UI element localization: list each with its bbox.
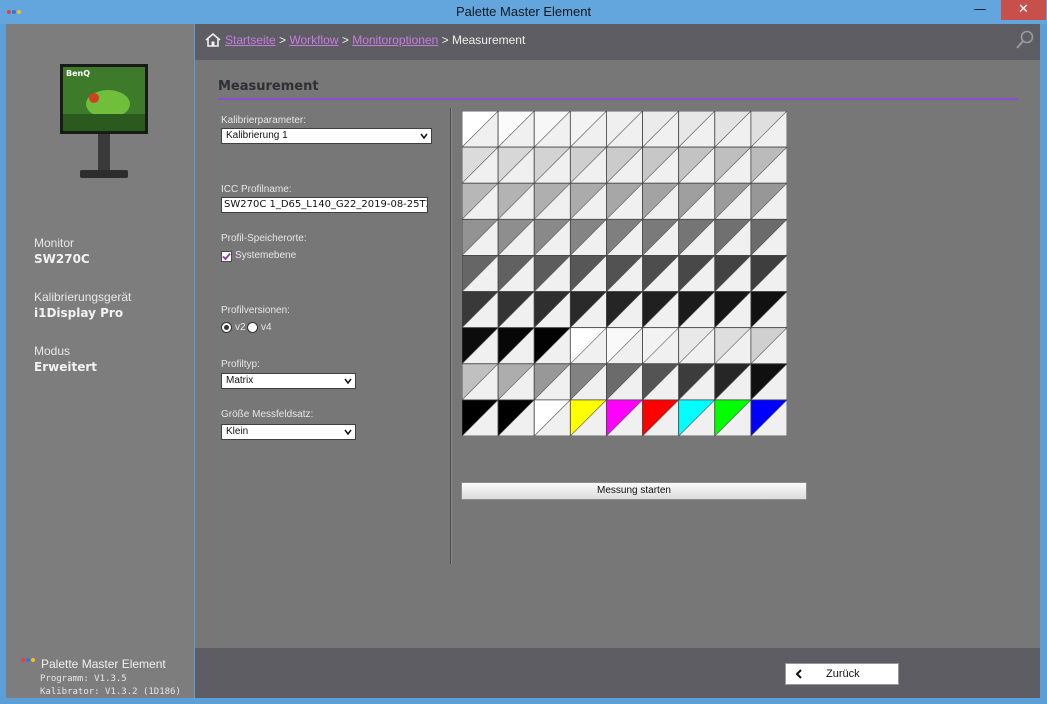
radio-v4[interactable]: [247, 322, 258, 333]
back-button[interactable]: Zurück: [785, 663, 899, 685]
breadcrumb-home-link[interactable]: Startseite: [225, 33, 276, 47]
device-value: i1Display Pro: [34, 306, 124, 320]
section-title: Measurement: [218, 79, 319, 94]
mode-label: Modus: [34, 344, 71, 358]
storage-label: Profil-Speicherorte:: [221, 233, 307, 244]
breadcrumb: Startseite > Workflow > Monitoroptionen …: [225, 33, 525, 47]
systemebene-label: Systemebene: [235, 250, 297, 261]
systemebene-checkbox[interactable]: [221, 251, 232, 262]
breadcrumb-separator: >: [338, 33, 353, 47]
calib-param-label: Kalibrierparameter:: [221, 115, 307, 126]
start-measurement-button[interactable]: Messung starten: [461, 482, 807, 500]
breadcrumb-options-link[interactable]: Monitoroptionen: [352, 33, 438, 47]
footer-bar: Zurück: [195, 648, 1040, 698]
check-icon: [222, 252, 231, 261]
home-icon[interactable]: [205, 32, 221, 48]
monitor-brand: BenQ: [66, 69, 90, 78]
vertical-divider: [451, 108, 452, 564]
calib-param-select[interactable]: Kalibrierung 1: [221, 128, 432, 144]
title-bar: Palette Master Element — ☐ ✕: [0, 0, 1047, 24]
monitor-image: BenQ: [60, 64, 148, 178]
radio-v2[interactable]: [221, 322, 232, 333]
palette-logo-icon: [21, 658, 39, 668]
profile-type-value: Matrix: [226, 375, 254, 386]
profile-type-label: Profiltyp:: [221, 359, 260, 370]
patch-size-label: Größe Messfeldsatz:: [221, 409, 314, 420]
window-title: Palette Master Element: [455, 4, 592, 19]
section-divider: [218, 98, 1018, 100]
search-icon[interactable]: [1015, 30, 1035, 50]
back-button-label: Zurück: [826, 668, 860, 680]
breadcrumb-separator: >: [438, 33, 452, 47]
monitor-value: SW270C: [34, 252, 90, 266]
chevron-down-icon: [344, 429, 352, 436]
radio-v2-label: v2: [235, 322, 246, 333]
radio-v4-label: v4: [261, 322, 272, 333]
calib-param-value: Kalibrierung 1: [226, 130, 288, 141]
profile-type-select[interactable]: Matrix: [221, 373, 356, 389]
icc-label: ICC Profilname:: [221, 184, 292, 195]
chevron-left-icon: [795, 669, 802, 679]
chevron-down-icon: [344, 378, 352, 385]
program-version: Programm: V1.3.5: [40, 674, 127, 684]
device-label: Kalibrierungsgerät: [34, 290, 132, 304]
patch-grid: [462, 111, 787, 436]
breadcrumb-workflow-link[interactable]: Workflow: [289, 33, 338, 47]
version-label: Profilversionen:: [221, 305, 290, 316]
app-name: Palette Master Element: [41, 657, 166, 671]
mode-value: Erweitert: [34, 360, 97, 374]
chevron-down-icon: [420, 133, 428, 140]
patch-size-select[interactable]: Klein: [221, 424, 356, 440]
minimize-button[interactable]: —: [967, 0, 993, 20]
close-button[interactable]: ✕: [1001, 0, 1046, 20]
sidebar: BenQ Monitor SW270C Kalibrierungsgerät i…: [6, 24, 194, 698]
header-bar: Startseite > Workflow > Monitoroptionen …: [195, 24, 1040, 60]
icc-profile-name-input[interactable]: SW270C 1_D65_L140_G22_2019-08-25T2: [221, 197, 428, 213]
breadcrumb-current: Measurement: [451, 33, 526, 47]
breadcrumb-separator: >: [275, 33, 290, 47]
calibrator-version: Kalibrator: V1.3.2 (1D186): [40, 687, 181, 697]
patch-size-value: Klein: [226, 426, 249, 437]
monitor-label: Monitor: [34, 236, 75, 250]
main-panel: Measurement Kalibrierparameter: Kalibrie…: [195, 60, 1040, 648]
